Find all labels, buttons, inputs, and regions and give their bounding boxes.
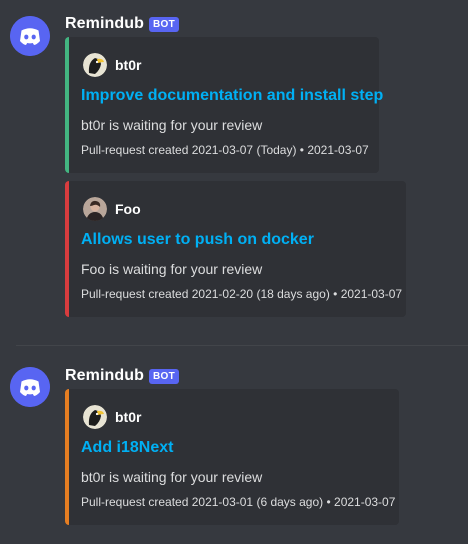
author-name[interactable]: bt0r <box>115 409 141 425</box>
bird-avatar-icon <box>83 405 107 429</box>
embed-author: Foo <box>83 197 141 221</box>
bot-badge: BOT <box>149 368 180 384</box>
embed-card: bt0r Add i18Next bt0r is waiting for you… <box>65 389 399 525</box>
discord-logo-icon <box>10 367 50 407</box>
embed-author: bt0r <box>83 405 141 429</box>
message-divider <box>16 345 468 346</box>
message-header: Remindub BOT <box>65 366 180 386</box>
author-avatar[interactable] <box>83 197 107 221</box>
username[interactable]: Remindub <box>65 15 144 33</box>
discord-logo-icon <box>10 16 50 56</box>
bird-avatar-icon <box>83 53 107 77</box>
author-avatar[interactable] <box>83 405 107 429</box>
username[interactable]: Remindub <box>65 367 144 385</box>
embed-card: bt0r Improve documentation and install s… <box>65 37 383 173</box>
embed-title-link[interactable]: Add i18Next <box>81 439 173 457</box>
embed-title-link[interactable]: Allows user to push on docker <box>81 231 314 249</box>
embed-description: bt0r is waiting for your review <box>81 469 263 485</box>
person-avatar-icon <box>83 197 107 221</box>
embed-card: Foo Allows user to push on docker Foo is… <box>65 181 406 317</box>
message-header: Remindub BOT <box>65 14 180 34</box>
embed-footer: Pull-request created 2021-03-07 (Today) … <box>81 143 369 157</box>
embed-footer: Pull-request created 2021-02-20 (18 days… <box>81 287 403 301</box>
bot-avatar[interactable] <box>10 367 50 407</box>
embed-author: bt0r <box>83 53 141 77</box>
embed-title-link[interactable]: Improve documentation and install step <box>81 87 383 105</box>
author-avatar[interactable] <box>83 53 107 77</box>
embed-description: Foo is waiting for your review <box>81 261 263 277</box>
embed-description: bt0r is waiting for your review <box>81 117 263 133</box>
embed-footer: Pull-request created 2021-03-01 (6 days … <box>81 495 396 509</box>
bot-badge: BOT <box>149 16 180 32</box>
bot-avatar[interactable] <box>10 16 50 56</box>
author-name[interactable]: Foo <box>115 201 141 217</box>
author-name[interactable]: bt0r <box>115 57 141 73</box>
